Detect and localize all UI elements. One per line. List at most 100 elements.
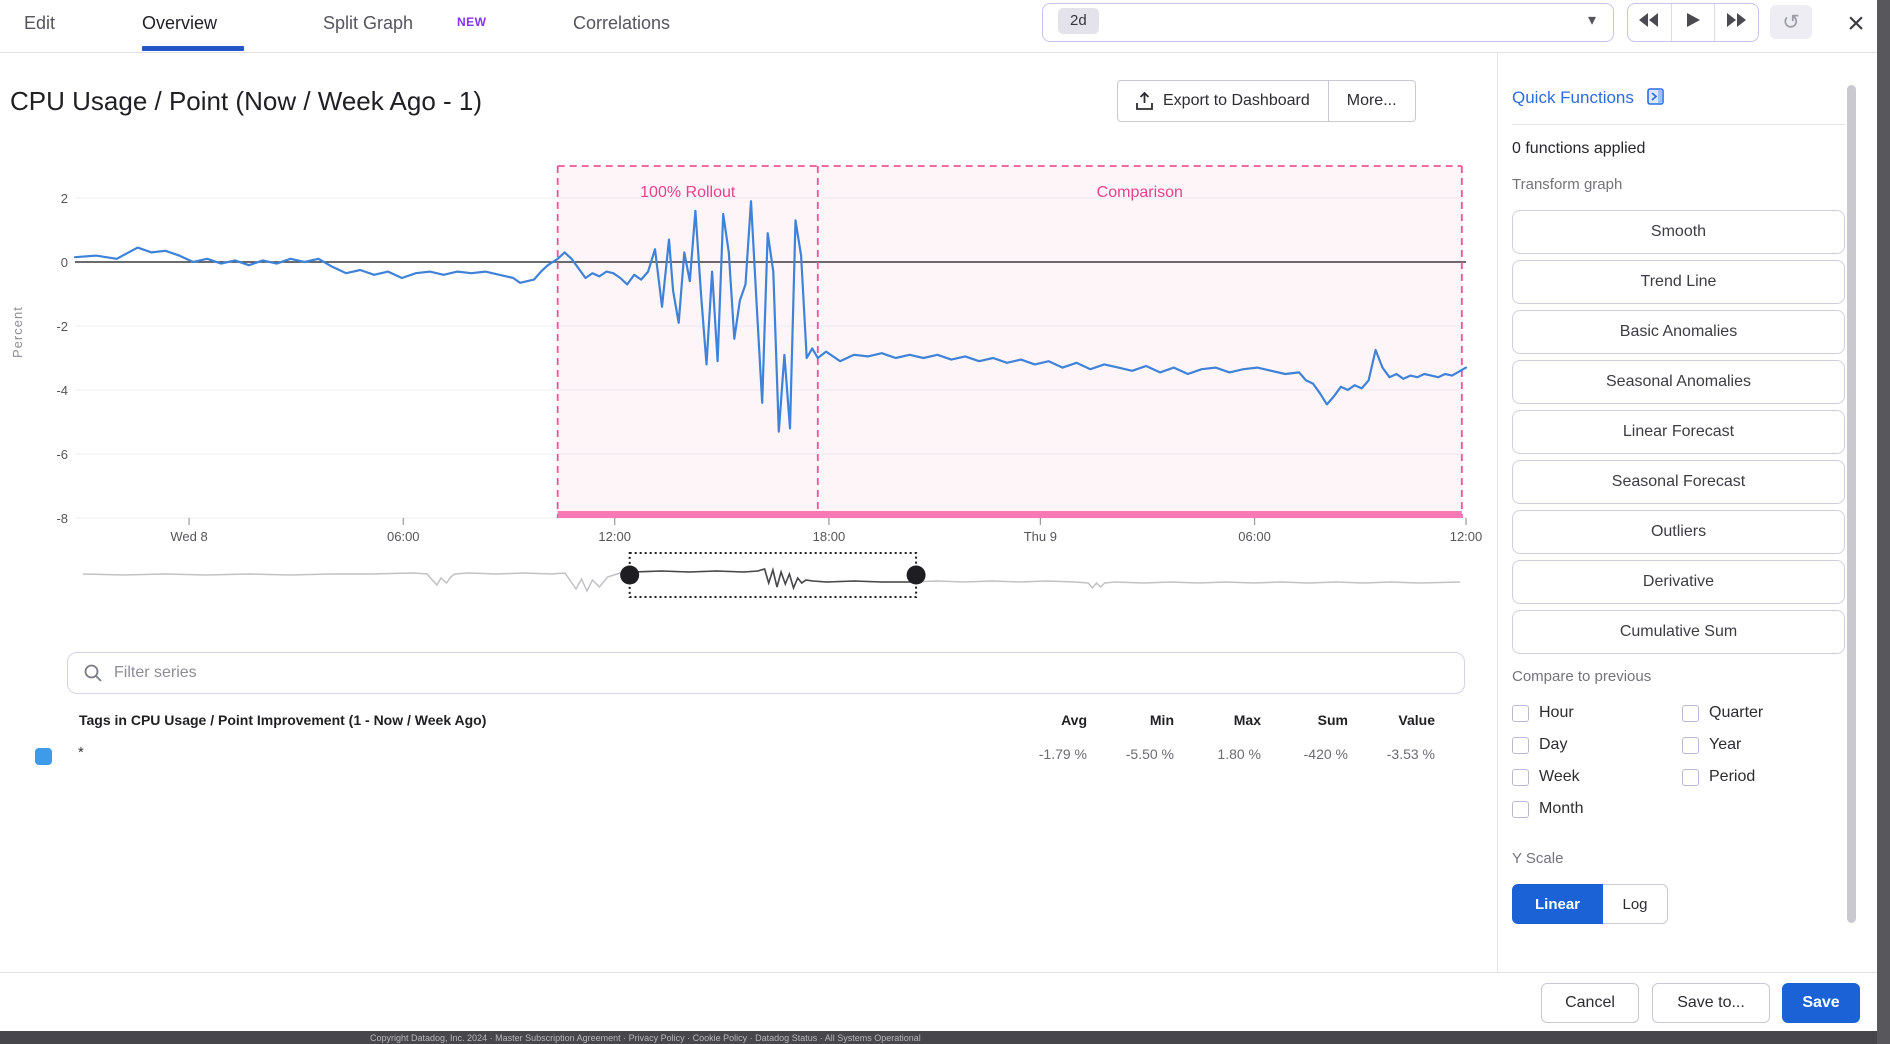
stats-column-headers: Avg Min Max Sum Value [1000,712,1435,728]
footer-legal-text: Copyright Datadog, Inc. 2024 · Master Su… [370,1032,921,1043]
graph-title: CPU Usage / Point (Now / Week Ago - 1) [10,86,483,116]
compare-checkbox-day[interactable] [1512,736,1529,754]
play-button[interactable] [1672,4,1716,41]
seasonal-forecast-button[interactable]: Seasonal Forecast [1512,460,1845,504]
page-background-footer: Copyright Datadog, Inc. 2024 · Master Su… [0,1031,1890,1044]
chevron-down-icon[interactable]: ▾ [1588,10,1596,30]
close-icon: × [1847,7,1865,40]
series-tag-label[interactable]: * [78,744,84,761]
tab-overview-underline [142,46,244,51]
divider [1512,124,1845,125]
compare-label-quarter: Quarter [1709,704,1764,721]
export-to-dashboard-label: Export to Dashboard [1163,92,1310,109]
tab-edit[interactable]: Edit [24,8,55,38]
upload-icon [1136,92,1153,110]
svg-text:06:00: 06:00 [1238,529,1271,544]
timeseries-chart[interactable]: 2 0 -2 -4 -6 -8 Percent 100% Rollout Comparison W… [0,130,1497,630]
basic-anomalies-button[interactable]: Basic Anomalies [1512,310,1845,354]
compare-label-month: Month [1539,800,1584,817]
undo-button[interactable]: ↺ [1770,5,1812,39]
outliers-button[interactable]: Outliers [1512,510,1845,554]
time-range-chip[interactable]: 2d [1058,8,1099,34]
compare-label-year: Year [1709,736,1742,753]
search-icon [84,664,102,682]
svg-text:18:00: 18:00 [813,529,846,544]
derivative-button[interactable]: Derivative [1512,560,1845,604]
svg-text:12:00: 12:00 [1450,529,1483,544]
page-scrollbar[interactable] [1877,0,1890,1044]
stat-value-sum: -420 % [1303,746,1348,762]
cumulative-sum-button[interactable]: Cumulative Sum [1512,610,1845,654]
compare-row-month: Month [1512,796,1583,822]
play-icon [1686,13,1700,32]
svg-text:06:00: 06:00 [387,529,420,544]
tab-correlations[interactable]: Correlations [573,8,670,38]
seasonal-anomalies-button[interactable]: Seasonal Anomalies [1512,360,1845,404]
smooth-button[interactable]: Smooth [1512,210,1845,254]
compare-row-week: Week [1512,764,1583,790]
tab-split-graph[interactable]: Split Graph [323,8,413,38]
compare-label-week: Week [1539,768,1580,785]
svg-text:0: 0 [61,255,68,270]
compare-column-right: Quarter Year Period [1682,700,1763,796]
transform-buttons: Smooth Trend Line Basic Anomalies Seasonal … [1512,210,1845,660]
compare-to-previous-label: Compare to previous [1512,668,1652,685]
stat-value-max: 1.80 % [1217,746,1261,762]
svg-text:12:00: 12:00 [598,529,631,544]
tab-overview[interactable]: Overview [142,8,217,38]
linear-forecast-button[interactable]: Linear Forecast [1512,410,1845,454]
rewind-button[interactable] [1628,4,1672,41]
stat-column-min[interactable]: Min [1087,712,1174,728]
svg-text:Comparison: Comparison [1097,184,1183,201]
series-color-swatch [35,748,52,765]
stat-value-value: -3.53 % [1386,746,1435,762]
compare-checkbox-year[interactable] [1682,736,1699,754]
quick-functions-title[interactable]: Quick Functions [1512,88,1664,110]
undo-icon: ↺ [1782,10,1800,34]
y-scale-toggle: Linear Log [1512,884,1668,924]
compare-label-day: Day [1539,736,1568,753]
compare-checkbox-period[interactable] [1682,768,1699,786]
y-scale-label: Y Scale [1512,850,1564,867]
compare-row-year: Year [1682,732,1763,758]
svg-text:2: 2 [61,191,68,206]
filter-series-input[interactable] [112,663,1316,683]
stat-column-value[interactable]: Value [1348,712,1435,728]
svg-text:Percent: Percent [10,306,25,358]
svg-text:-2: -2 [56,319,68,334]
new-badge: NEW [457,15,487,29]
more-button[interactable]: More... [1327,81,1415,121]
compare-label-period: Period [1709,768,1756,785]
compare-checkbox-hour[interactable] [1512,704,1529,722]
save-button[interactable]: Save [1782,983,1860,1023]
export-button-group: Export to Dashboard More... [1117,80,1416,122]
panel-expand-icon[interactable] [1646,88,1664,110]
close-button[interactable]: × [1838,4,1874,44]
stats-row-values: -1.79 % -5.50 % 1.80 % -420 % -3.53 % [1000,746,1435,762]
svg-text:100% Rollout: 100% Rollout [640,184,736,201]
compare-checkbox-week[interactable] [1512,768,1529,786]
svg-text:Wed 8: Wed 8 [170,529,207,544]
fast-forward-icon [1726,13,1747,32]
stat-column-max[interactable]: Max [1174,712,1261,728]
time-range-input[interactable] [1042,3,1614,42]
compare-row-hour: Hour [1512,700,1583,726]
save-to-button[interactable]: Save to... [1652,983,1770,1023]
tags-table-header: Tags in CPU Usage / Point Improvement (1… [79,712,487,728]
stat-column-avg[interactable]: Avg [1000,712,1087,728]
compare-checkbox-quarter[interactable] [1682,704,1699,722]
compare-row-quarter: Quarter [1682,700,1763,726]
fast-forward-button[interactable] [1715,4,1758,41]
compare-checkbox-month[interactable] [1512,800,1529,818]
stat-value-avg: -1.79 % [1038,746,1087,762]
trend-line-button[interactable]: Trend Line [1512,260,1845,304]
cancel-button[interactable]: Cancel [1541,983,1639,1023]
functions-applied-status: 0 functions applied [1512,140,1646,157]
export-to-dashboard-button[interactable]: Export to Dashboard [1118,81,1328,121]
compare-column-left: Hour Day Week Month [1512,700,1583,828]
panel-scrollbar[interactable] [1847,85,1856,923]
stat-column-sum[interactable]: Sum [1261,712,1348,728]
y-scale-linear-button[interactable]: Linear [1512,884,1603,924]
stat-value-min: -5.50 % [1125,746,1174,762]
y-scale-log-button[interactable]: Log [1603,884,1668,924]
